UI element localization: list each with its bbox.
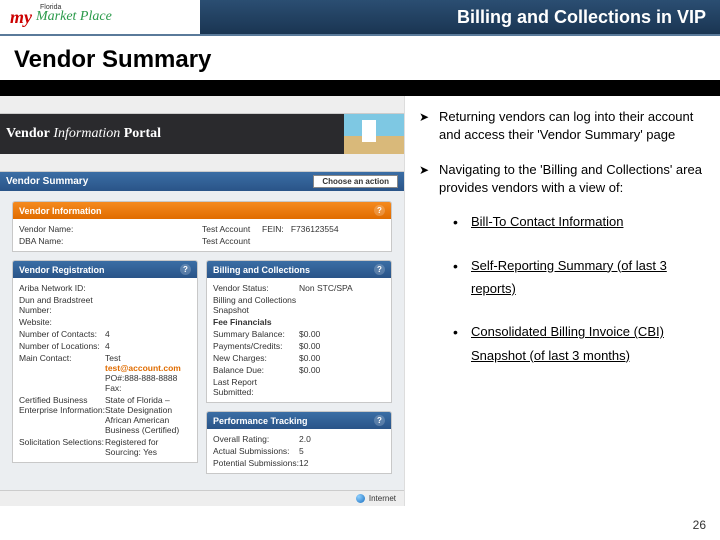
contacts-value: 4 <box>105 329 191 339</box>
panel-performance: Performance Tracking? Overall Rating:2.0… <box>206 411 392 474</box>
vendor-summary-label: Vendor Summary <box>6 176 88 187</box>
choose-action-dropdown[interactable]: Choose an action <box>313 175 398 188</box>
logo-florida: Florida <box>40 4 61 11</box>
logo-my: my <box>10 8 32 26</box>
logo: my Florida Market Place <box>0 0 200 34</box>
black-divider <box>0 80 720 96</box>
header-title: Billing and Collections in VIP <box>200 0 720 34</box>
locations-value: 4 <box>105 341 191 351</box>
fein-label: FEIN: <box>262 224 284 234</box>
panel-billing: Billing and Collections? Vendor Status:N… <box>206 260 392 403</box>
vip-word-info: Information <box>53 126 120 141</box>
bullet-2-text: Navigating to the 'Billing and Collectio… <box>439 161 706 196</box>
page-toolbar <box>0 154 404 172</box>
potential-subs-value: 12 <box>299 458 385 468</box>
summary-balance-value: $0.00 <box>299 329 385 339</box>
cbe-label: Certified Business Enterprise Informatio… <box>19 395 105 435</box>
balance-due-label: Balance Due: <box>213 365 299 375</box>
website-label: Website: <box>19 317 105 327</box>
cbe-value: State of Florida – State Designation Afr… <box>105 395 191 435</box>
subbullet-1: Bill-To Contact Information <box>453 210 706 233</box>
dba-label: DBA Name: <box>19 236 202 246</box>
vip-banner: Vendor Information Portal <box>0 114 404 154</box>
sol-value: Registered for Sourcing: Yes <box>105 437 191 457</box>
panel-title-vendor-info: Vendor Information <box>19 206 102 216</box>
locations-label: Number of Locations: <box>19 341 105 351</box>
main-contact-label: Main Contact: <box>19 353 105 393</box>
browser-statusbar: Internet <box>0 490 404 506</box>
panel-title-performance: Performance Tracking <box>213 416 308 426</box>
last-report-label: Last Report Submitted: <box>213 377 299 397</box>
vendor-name-label: Vendor Name: <box>19 224 202 234</box>
help-icon[interactable]: ? <box>374 205 385 216</box>
subbullet-2: Self-Reporting Summary (of last 3 reports… <box>453 254 706 301</box>
payments-value: $0.00 <box>299 341 385 351</box>
banner-photo <box>344 114 404 154</box>
internet-icon <box>356 494 365 503</box>
overall-rating-value: 2.0 <box>299 434 385 444</box>
new-charges-label: New Charges: <box>213 353 299 363</box>
panel-title-billing: Billing and Collections <box>213 265 310 275</box>
screenshot: Vendor Information Portal Vendor Summary… <box>0 96 405 506</box>
vendor-summary-bar: Vendor Summary Choose an action <box>0 172 404 191</box>
vendor-status-label: Vendor Status: <box>213 283 299 293</box>
main-contact-fax: Fax: <box>105 383 191 393</box>
payments-label: Payments/Credits: <box>213 341 299 351</box>
bcs-label: Billing and Collections Snapshot <box>213 295 299 315</box>
browser-toolbar <box>0 96 404 114</box>
section-title: Vendor Summary <box>0 36 720 80</box>
page-number: 26 <box>693 518 706 532</box>
bullet-1: Returning vendors can log into their acc… <box>419 108 706 143</box>
dnb-label: Dun and Bradstreet Number: <box>19 295 105 315</box>
new-charges-value: $0.00 <box>299 353 385 363</box>
dba-value: Test Account <box>202 236 385 246</box>
contacts-label: Number of Contacts: <box>19 329 105 339</box>
slide-header: my Florida Market Place Billing and Coll… <box>0 0 720 36</box>
subbullet-3: Consolidated Billing Invoice (CBI) Snapsh… <box>453 320 706 367</box>
help-icon[interactable]: ? <box>374 415 385 426</box>
vendor-name-value: Test Account <box>202 224 250 234</box>
overall-rating-label: Overall Rating: <box>213 434 299 444</box>
fee-financials-link[interactable]: Fee Financials <box>213 317 299 327</box>
vip-banner-title: Vendor Information Portal <box>0 126 161 142</box>
subbullet-2-line2: reports) <box>471 281 516 296</box>
subbullet-2-line1: Self-Reporting Summary (of last 3 <box>471 258 667 273</box>
sol-label: Solicitation Selections: <box>19 437 105 457</box>
potential-subs-label: Potential Submissions: <box>213 458 299 468</box>
panel-vendor-info: Vendor Information? Vendor Name:Test Acc… <box>12 201 392 252</box>
subbullet-3-line2: Snapshot (of last 3 months) <box>471 348 630 363</box>
fein-value: F736123554 <box>291 224 339 234</box>
help-icon[interactable]: ? <box>374 264 385 275</box>
bullet-2: Navigating to the 'Billing and Collectio… <box>419 161 706 367</box>
status-internet: Internet <box>369 494 396 503</box>
balance-due-value: $0.00 <box>299 365 385 375</box>
panel-registration: Vendor Registration? Ariba Network ID: D… <box>12 260 198 463</box>
help-icon[interactable]: ? <box>180 264 191 275</box>
vip-word-portal: Portal <box>124 126 161 141</box>
panel-title-registration: Vendor Registration <box>19 265 105 275</box>
vendor-status-value: Non STC/SPA <box>299 283 385 293</box>
vip-word-vendor: Vendor <box>6 126 50 141</box>
summary-balance-label: Summary Balance: <box>213 329 299 339</box>
main-contact-name: Test <box>105 353 191 363</box>
actual-subs-value: 5 <box>299 446 385 456</box>
main-contact-phone: PO#:888-888-8888 <box>105 373 191 383</box>
bullet-column: Returning vendors can log into their acc… <box>405 96 720 506</box>
actual-subs-label: Actual Submissions: <box>213 446 299 456</box>
main-contact-email[interactable]: test@account.com <box>105 363 191 373</box>
logo-marketplace: Market Place <box>36 9 112 25</box>
ariba-label: Ariba Network ID: <box>19 283 105 293</box>
subbullet-1-text: Bill-To Contact Information <box>471 214 623 229</box>
subbullet-3-line1: Consolidated Billing Invoice (CBI) <box>471 324 664 339</box>
